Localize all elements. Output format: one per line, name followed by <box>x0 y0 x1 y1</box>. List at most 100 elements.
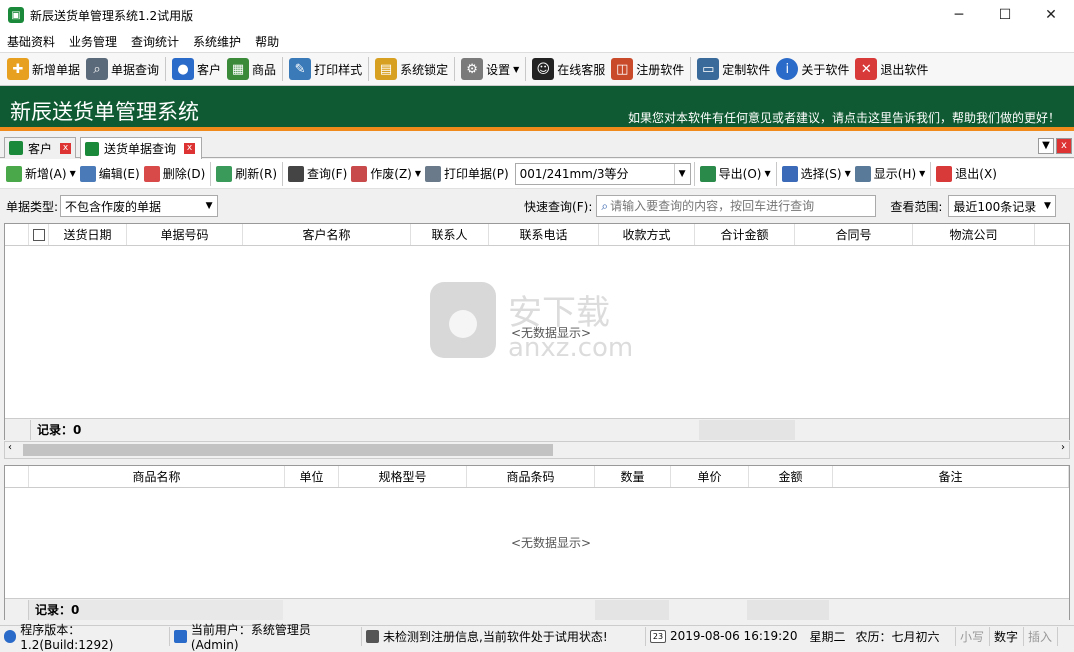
doc-type-select[interactable]: 不包含作废的单据 ▼ <box>60 195 219 217</box>
divider <box>210 161 212 186</box>
customer-button[interactable]: ● 客户 <box>169 54 224 84</box>
query-button[interactable]: 查询(F) <box>286 162 349 186</box>
col-unit[interactable]: 单位 <box>285 466 339 487</box>
print-style-icon: ✎ <box>289 58 312 80</box>
user-panel: 当前用户：系统管理员(Admin) <box>170 623 362 652</box>
doc-toolbar: 新增(A) ▼ 编辑(E) 删除(D) 刷新(R) 查询(F) 作废(Z) ▼ 打印… <box>0 159 1074 189</box>
select-all-checkbox[interactable] <box>29 224 49 245</box>
void-button[interactable]: 作废(Z) ▼ <box>349 162 423 186</box>
range-select[interactable]: 最近100条记录 ▼ <box>948 195 1057 217</box>
menu-basic-data[interactable]: 基础资料 <box>0 33 62 50</box>
custom-label: 定制软件 <box>722 62 771 77</box>
divider <box>454 57 456 81</box>
doc-search-button[interactable]: ⌕ 单据查询 <box>83 54 162 84</box>
print-style-label: 打印样式 <box>314 62 363 77</box>
close-icon[interactable]: x <box>184 143 196 154</box>
refresh-button[interactable]: 刷新(R) <box>214 162 279 186</box>
main-toolbar: ✚ 新增单据 ⌕ 单据查询 ● 客户 ▦ 商品 ✎ 打印样式 ▤ 系统锁定 ⚙ 设置 ▼ ☺ 在线… <box>0 52 1074 86</box>
exit-button[interactable]: 退出(X) <box>934 162 999 186</box>
datetime-text: 2019-08-06 16:19:20 <box>670 629 798 643</box>
horizontal-scrollbar[interactable]: ‹ › <box>4 441 1070 459</box>
lock-button[interactable]: ▤ 系统锁定 <box>372 54 451 84</box>
excel-icon <box>699 165 716 182</box>
support-button[interactable]: ☺ 在线客服 <box>529 54 608 84</box>
tab-list-button[interactable]: ▼ <box>1038 138 1054 154</box>
display-button[interactable]: 显示(H) ▼ <box>853 162 928 186</box>
lock-icon: ▤ <box>375 58 398 80</box>
col-total[interactable]: 合计金额 <box>695 224 795 245</box>
customer-label: 客户 <box>197 62 222 77</box>
tab-customer[interactable]: 客户 x <box>4 137 76 158</box>
quick-search-input[interactable] <box>610 199 861 213</box>
col-contact[interactable]: 联系人 <box>411 224 489 245</box>
register-button[interactable]: ◫ 注册软件 <box>608 54 687 84</box>
exit-label: 退出(X) <box>955 167 997 181</box>
void-label: 作废(Z) <box>370 167 412 181</box>
export-button[interactable]: 导出(O) ▼ <box>698 162 773 186</box>
maximize-button[interactable]: ☐ <box>982 0 1028 30</box>
col-customer[interactable]: 客户名称 <box>243 224 411 245</box>
col-doc-no[interactable]: 单据号码 <box>127 224 243 245</box>
caps-indicator: 小写 <box>956 626 990 646</box>
custom-button[interactable]: ▭ 定制软件 <box>694 54 773 84</box>
info-icon <box>4 629 17 643</box>
minimize-button[interactable]: ─ <box>936 0 982 30</box>
menu-query-stats[interactable]: 查询统计 <box>124 33 186 50</box>
product-label: 商品 <box>252 62 277 77</box>
col-payment[interactable]: 收款方式 <box>599 224 695 245</box>
col-spec[interactable]: 规格型号 <box>339 466 467 487</box>
refresh-label: 刷新(R) <box>235 167 277 181</box>
col-remark[interactable]: 备注 <box>833 466 1069 487</box>
doc-grid-header: 送货日期 单据号码 客户名称 联系人 联系电话 收款方式 合计金额 合同号 物流… <box>5 224 1069 246</box>
print-button[interactable]: 打印单据(P) <box>423 162 511 186</box>
watermark-text: 安下载 <box>508 293 610 333</box>
scroll-thumb[interactable] <box>23 444 553 456</box>
col-barcode[interactable]: 商品条码 <box>467 466 595 487</box>
delete-button[interactable]: 删除(D) <box>142 162 208 186</box>
window-icon: ▭ <box>697 58 720 80</box>
exit-app-button[interactable]: ✕ 退出软件 <box>852 54 931 84</box>
paper-select[interactable]: 001/241mm/3等分 ▼ <box>514 162 691 185</box>
close-all-tabs-button[interactable]: x <box>1056 138 1072 154</box>
scroll-right-icon[interactable]: › <box>1061 442 1065 453</box>
col-price[interactable]: 单价 <box>671 466 749 487</box>
export-label: 导出(O) <box>718 167 762 181</box>
col-date[interactable]: 送货日期 <box>49 224 127 245</box>
col-phone[interactable]: 联系电话 <box>489 224 599 245</box>
menu-system[interactable]: 系统维护 <box>186 33 248 50</box>
product-button[interactable]: ▦ 商品 <box>224 54 279 84</box>
tab-doc-query[interactable]: 送货单据查询 x <box>80 137 202 159</box>
feedback-link[interactable]: 如果您对本软件有任何意见或者建议，请点击这里告诉我们，帮助我们做的更好！ <box>628 109 1060 126</box>
settings-button[interactable]: ⚙ 设置 ▼ <box>458 54 522 84</box>
col-amount[interactable]: 金额 <box>749 466 833 487</box>
tab-customer-label: 客户 <box>28 141 53 156</box>
reg-text: 未检测到注册信息,当前软件处于试用状态! <box>383 629 608 644</box>
new-button[interactable]: 新增(A) ▼ <box>4 162 78 186</box>
title-bar: ▣ 新辰送货单管理系统1.2试用版 ─ ☐ ✕ <box>0 0 1074 30</box>
new-doc-icon: ✚ <box>7 58 29 80</box>
col-contract[interactable]: 合同号 <box>795 224 913 245</box>
edit-button[interactable]: 编辑(E) <box>78 162 142 186</box>
divider <box>525 57 527 81</box>
exit-icon: ✕ <box>855 58 878 80</box>
col-product-name[interactable]: 商品名称 <box>29 466 285 487</box>
chevron-down-icon: ▼ <box>69 169 76 178</box>
scroll-left-icon[interactable]: ‹ <box>8 442 12 453</box>
close-button[interactable]: ✕ <box>1028 0 1074 30</box>
chevron-down-icon: ▼ <box>919 169 926 178</box>
divider <box>282 57 284 81</box>
quick-search-field[interactable]: ⌕ <box>596 195 877 217</box>
col-qty[interactable]: 数量 <box>595 466 671 487</box>
about-button[interactable]: i 关于软件 <box>773 54 852 84</box>
print-style-button[interactable]: ✎ 打印样式 <box>286 54 365 84</box>
grid-icon: ▦ <box>227 58 250 80</box>
select-button[interactable]: 选择(S) ▼ <box>780 162 853 186</box>
register-label: 注册软件 <box>636 62 685 77</box>
close-icon[interactable]: x <box>60 142 72 154</box>
menu-help[interactable]: 帮助 <box>248 33 286 50</box>
doc-query-tab-icon <box>85 141 99 156</box>
users-icon: ● <box>172 58 195 80</box>
col-logistics[interactable]: 物流公司 <box>913 224 1035 245</box>
menu-business[interactable]: 业务管理 <box>62 33 124 50</box>
new-doc-button[interactable]: ✚ 新增单据 <box>4 54 83 84</box>
